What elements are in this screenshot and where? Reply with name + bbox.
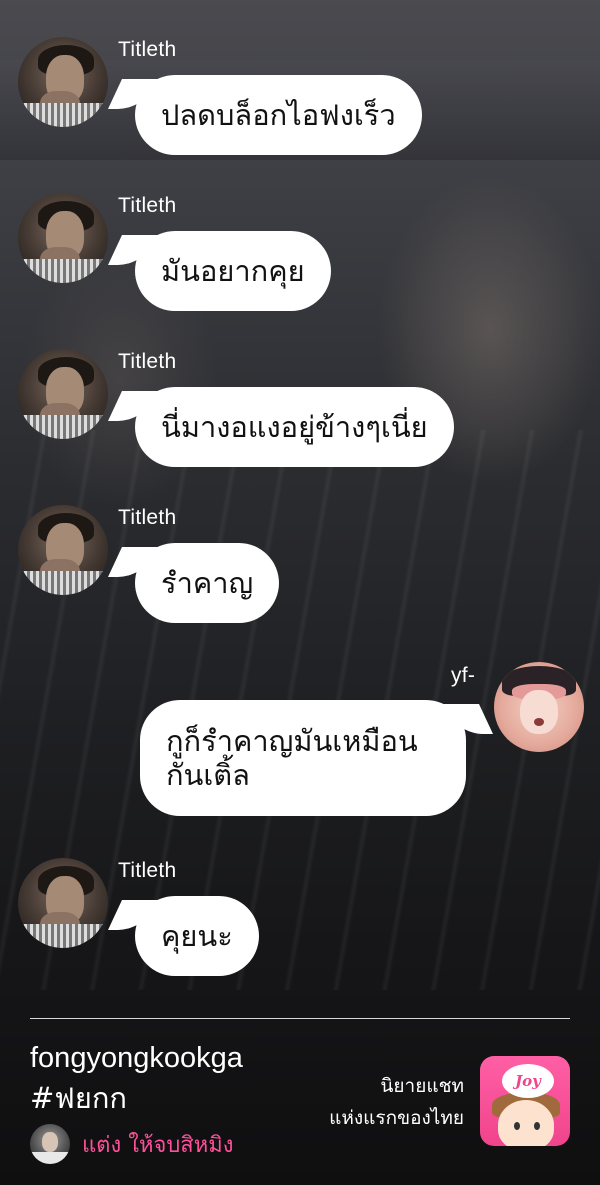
author-avatar[interactable] — [30, 1124, 70, 1164]
avatar-shirt — [18, 259, 108, 283]
message-bubble[interactable]: รำคาญ — [135, 543, 280, 623]
footer-divider — [30, 1018, 570, 1019]
author-row[interactable]: แต่ง ให้จบสิหมิง — [30, 1124, 233, 1164]
avatar-shirt — [18, 103, 108, 127]
avatar[interactable] — [18, 858, 108, 948]
logo-eye — [534, 1122, 540, 1130]
tagline-line: แห่งแรกของไทย — [329, 1107, 464, 1129]
logo-face — [498, 1100, 554, 1146]
avatar-face — [520, 690, 558, 734]
message-bubble[interactable]: นี่มางอแงอยู่ข้างๆเนี่ย — [135, 387, 454, 467]
joy-app-logo[interactable]: Joy — [480, 1056, 570, 1146]
avatar[interactable] — [18, 193, 108, 283]
message-line: กูก็รำคาญมันเหมือน — [166, 724, 418, 758]
author-avatar-face — [42, 1132, 58, 1152]
avatar-shirt — [18, 924, 108, 948]
avatar-mouth — [534, 718, 544, 726]
avatar-shirt — [18, 415, 108, 439]
sender-name: Titleth — [118, 859, 177, 882]
avatar[interactable] — [18, 37, 108, 127]
author-avatar-shirt — [30, 1152, 70, 1164]
message-bubble[interactable]: คุยนะ — [135, 896, 259, 976]
logo-speech-bubble: Joy — [502, 1064, 554, 1098]
story-title[interactable]: fongyongkookga — [30, 1040, 243, 1076]
avatar[interactable] — [18, 349, 108, 439]
avatar[interactable] — [494, 662, 584, 752]
sender-name: Titleth — [118, 194, 177, 217]
app-tagline: นิยายแชท แห่งแรกของไทย — [244, 1070, 464, 1134]
sender-name: yf- — [451, 664, 476, 687]
author-name[interactable]: แต่ง ให้จบสิหมิง — [82, 1127, 233, 1162]
message-bubble[interactable]: ปลดบล็อกไอฟงเร็ว — [135, 75, 422, 155]
message-bubble[interactable]: กูก็รำคาญมันเหมือน กันเติ้ล — [140, 700, 466, 816]
avatar[interactable] — [18, 505, 108, 595]
avatar-shirt — [18, 571, 108, 595]
sender-name: Titleth — [118, 506, 177, 529]
message-line: กันเติ้ล — [166, 758, 250, 792]
story-hashtag[interactable]: #ฟยกก — [30, 1080, 127, 1116]
message-bubble[interactable]: มันอยากคุย — [135, 231, 331, 311]
tagline-line: นิยายแชท — [380, 1075, 464, 1097]
sender-name: Titleth — [118, 350, 177, 373]
sender-name: Titleth — [118, 38, 177, 61]
logo-eye — [514, 1122, 520, 1130]
